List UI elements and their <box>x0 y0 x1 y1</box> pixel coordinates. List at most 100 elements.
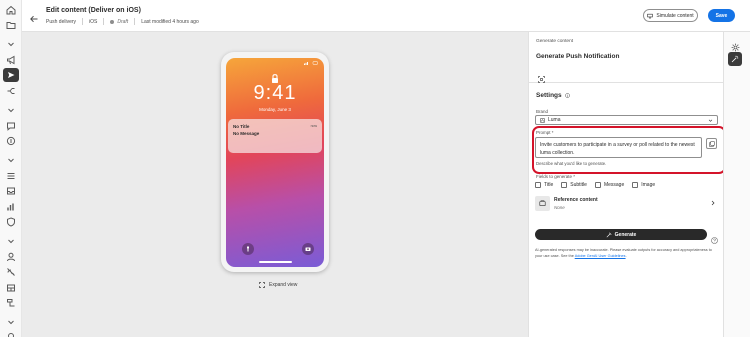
divider <box>82 18 84 25</box>
generate-button[interactable]: Generate <box>535 229 707 240</box>
segment-icon[interactable] <box>5 282 17 294</box>
settings-label: Settings <box>536 92 562 99</box>
checkbox-image[interactable]: Image <box>632 182 655 188</box>
lock-screen-date: Monday, June 3 <box>259 107 291 112</box>
brand-label: Brand <box>536 109 549 114</box>
info-icon[interactable] <box>564 93 570 98</box>
settings-icon[interactable] <box>5 330 17 337</box>
help-icon[interactable] <box>711 231 718 244</box>
copy-icon <box>708 140 715 147</box>
camera-icon <box>302 243 314 255</box>
lock-screen-time: 9:41 <box>253 82 297 104</box>
expand-view-label: Expand view <box>269 282 298 288</box>
inbox-icon[interactable] <box>5 185 17 197</box>
schema-icon[interactable] <box>5 297 17 309</box>
generate-label: Generate <box>614 231 637 238</box>
chevron-down-icon <box>708 119 713 122</box>
lock-screen: 9:41 Monday, June 3 No Title No Message … <box>226 58 324 267</box>
folder-icon[interactable] <box>5 19 17 31</box>
channel-label: Push delivery <box>46 18 77 25</box>
settings-heading: Settings <box>536 92 570 99</box>
prompt-help-text: Describe what you'd like to generate. <box>536 161 607 166</box>
chevron-down-icon[interactable] <box>5 235 17 247</box>
save-button[interactable]: Save <box>708 9 735 22</box>
home-icon[interactable] <box>5 4 17 16</box>
checkbox-box[interactable] <box>561 182 568 188</box>
chevron-down-icon[interactable] <box>5 316 17 328</box>
notification-message: No Message <box>233 131 260 136</box>
right-tool-rail <box>723 32 750 337</box>
checkbox-box[interactable] <box>594 182 601 188</box>
chevron-down-icon[interactable] <box>5 38 17 50</box>
notification-time: now <box>310 124 317 128</box>
magic-wand-icon <box>606 232 612 237</box>
checkbox-subtitle[interactable]: Subtitle <box>561 182 587 188</box>
checkbox-label: Title <box>544 182 554 188</box>
send-icon[interactable] <box>3 68 19 82</box>
list-icon[interactable] <box>5 170 17 182</box>
checkbox-box[interactable] <box>535 182 541 188</box>
journey-icon[interactable] <box>5 85 17 97</box>
generate-content-panel: Generate content Generate Push Notificat… <box>528 32 726 337</box>
panel-title: Generate Push Notification <box>536 53 620 60</box>
status-bar-icons <box>304 61 318 66</box>
ai-disclaimer: AI-generated responses may be inaccurate… <box>535 247 718 259</box>
audience-icon[interactable] <box>5 266 17 278</box>
expand-view-button[interactable]: Expand view <box>259 282 297 288</box>
header-bar: Edit content (Deliver on iOS) Push deliv… <box>22 0 750 32</box>
prompt-library-button[interactable] <box>706 138 717 149</box>
prompt-label: Prompt * <box>536 130 554 135</box>
checkbox-label: Subtitle <box>570 182 587 188</box>
reference-content-icon <box>535 196 550 211</box>
brand-select[interactable]: Luma <box>535 115 718 125</box>
brand-value: Luma <box>548 117 561 123</box>
magic-wand-icon[interactable] <box>728 52 742 66</box>
reference-content-title: Reference content <box>554 197 598 203</box>
panel-header: Generate content Generate Push Notificat… <box>529 32 724 83</box>
checkbox-label: Message <box>603 182 625 188</box>
gear-icon[interactable] <box>731 39 740 52</box>
prompt-label-text: Prompt <box>536 130 551 135</box>
push-notification-preview: No Title No Message now <box>228 119 322 153</box>
fields-to-generate-label: Fields to generate * <box>536 174 576 179</box>
genai-guidelines-link[interactable]: Adobe GenAI User Guidelines <box>575 254 626 258</box>
platform-label: iOS <box>89 18 98 25</box>
header-meta: Push delivery iOS Draft Last modified 4 … <box>46 18 199 25</box>
simulate-content-button[interactable]: Simulate content <box>643 9 698 22</box>
checkbox-label: Image <box>641 182 656 188</box>
expand-icon <box>259 282 265 288</box>
prompt-textarea[interactable]: Invite customers to participate in a sur… <box>535 137 702 158</box>
disclaimer-end: . <box>625 254 627 258</box>
chevron-down-icon[interactable] <box>5 154 17 166</box>
reference-content-value: None <box>554 205 565 210</box>
required-mark: * <box>551 130 554 135</box>
page-title: Edit content (Deliver on iOS) <box>46 7 141 14</box>
checkbox-box[interactable] <box>632 182 639 188</box>
home-indicator <box>259 261 292 263</box>
shield-icon[interactable] <box>5 216 17 228</box>
simulate-content-label: Simulate content <box>656 12 694 19</box>
status-dot <box>110 19 115 24</box>
status-badge: Draft <box>117 18 129 25</box>
user-icon[interactable] <box>5 251 17 263</box>
chevron-down-icon[interactable] <box>5 104 17 116</box>
notification-title: No Title <box>233 124 250 129</box>
megaphone-icon[interactable] <box>5 54 17 66</box>
chart-icon[interactable] <box>5 201 17 213</box>
checkbox-title[interactable]: Title <box>535 182 553 188</box>
back-arrow-icon[interactable] <box>29 11 39 23</box>
divider <box>134 18 136 25</box>
lock-icon <box>270 71 280 83</box>
left-nav-rail <box>0 0 22 337</box>
phone-mockup: 9:41 Monday, June 3 No Title No Message … <box>221 52 329 272</box>
divider <box>103 18 105 25</box>
expand-icon[interactable] <box>538 70 545 83</box>
simulate-icon <box>647 13 654 18</box>
preview-canvas: 9:41 Monday, June 3 No Title No Message … <box>22 32 528 337</box>
checkbox-message[interactable]: Message <box>594 182 625 188</box>
offers-icon[interactable] <box>5 135 17 147</box>
flashlight-icon <box>242 243 254 255</box>
message-icon[interactable] <box>5 120 17 132</box>
panel-section-label: Generate content <box>536 39 574 44</box>
reference-content-row[interactable]: Reference content None <box>535 195 718 214</box>
